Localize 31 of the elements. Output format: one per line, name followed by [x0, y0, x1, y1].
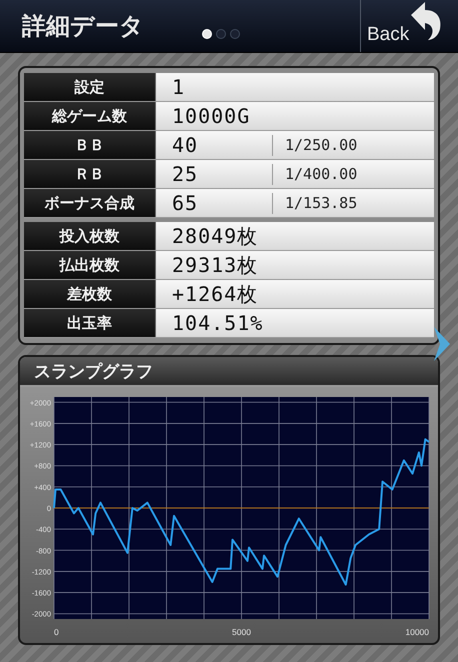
stat-value: 10000G: [171, 104, 252, 128]
page-dot[interactable]: [230, 29, 240, 39]
stat-value: 25: [171, 162, 200, 186]
stat-ratio: 1/400.00: [272, 164, 358, 184]
stat-label: ボーナス合成: [24, 189, 156, 217]
stat-value: 104.51%: [171, 311, 264, 335]
stat-label: 差枚数: [24, 280, 156, 308]
x-tick-label: 5000: [232, 627, 251, 637]
stat-label: ＢＢ: [24, 131, 156, 159]
back-arrow-icon: [409, 1, 444, 41]
stat-label: 設定: [24, 73, 156, 101]
stat-label: 払出枚数: [24, 251, 156, 279]
stat-value: 28049枚: [171, 222, 260, 250]
stat-value: +1264枚: [171, 280, 260, 308]
stat-ratio: 1/250.00: [272, 134, 358, 156]
back-button[interactable]: Back: [360, 0, 458, 52]
stat-ratio: 1/153.85: [272, 192, 358, 214]
stat-label: 総ゲーム数: [24, 102, 156, 130]
x-tick-label: 0: [54, 627, 59, 637]
screen-title: 詳細データ: [22, 11, 144, 42]
triangle-icon: [434, 327, 450, 361]
stat-label: ＲＢ: [24, 160, 156, 188]
x-tick-label: 10000: [405, 627, 429, 637]
graph-title: スランプグラフ: [34, 360, 153, 382]
stat-label: 投入枚数: [24, 222, 156, 250]
stat-value: 29313枚: [171, 252, 260, 278]
stat-value: 40: [171, 133, 200, 157]
stat-label: 出玉率: [24, 309, 156, 337]
stat-value: 1: [171, 75, 186, 99]
page-dot[interactable]: [216, 29, 226, 39]
stat-value: 65: [171, 191, 200, 215]
